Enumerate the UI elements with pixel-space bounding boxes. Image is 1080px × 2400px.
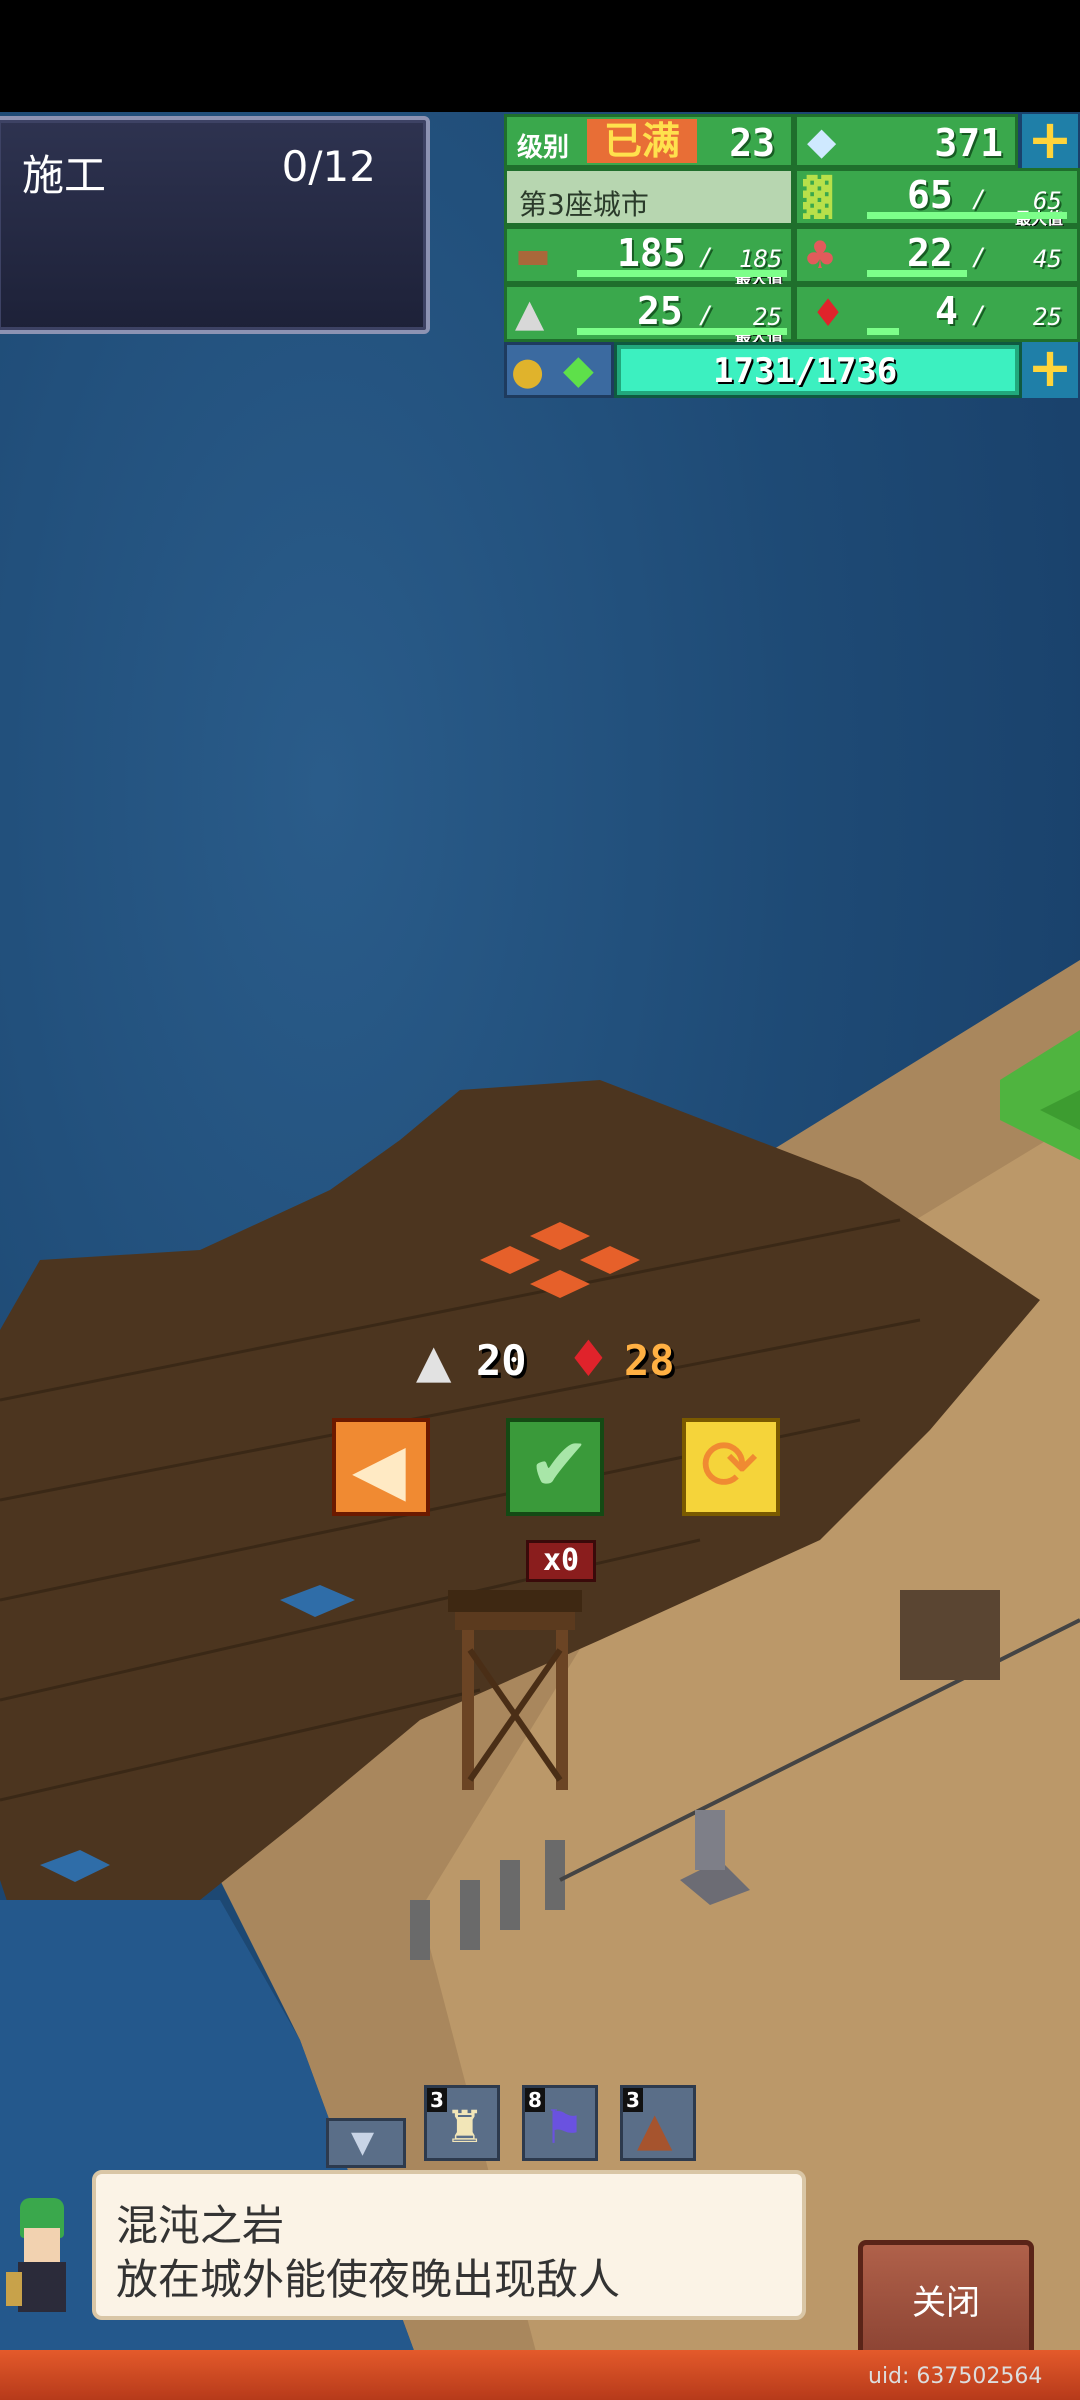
stone-cost-icon: ▲ bbox=[416, 1334, 452, 1388]
checkmark-icon: ✔ bbox=[528, 1422, 591, 1508]
energy-value: 1731/1736 bbox=[713, 351, 898, 391]
advisor-avatar bbox=[6, 2198, 76, 2324]
energy-cell: 1731/1736 bbox=[614, 342, 1022, 398]
emerald-icon: ◆ bbox=[563, 347, 594, 393]
level-label: 级别 bbox=[517, 133, 570, 163]
placement-counter: x0 bbox=[526, 1540, 596, 1582]
construction-count: 0/12 bbox=[281, 142, 376, 191]
stone-icon: ▲ bbox=[515, 291, 545, 335]
level-value: 23 bbox=[729, 121, 775, 165]
item-description: 放在城外能使夜晚出现敌人 bbox=[116, 2255, 621, 2304]
food-icon: ♣ bbox=[803, 233, 838, 277]
arrow-left-icon: ◀ bbox=[352, 1428, 406, 1510]
crops-value: 65 bbox=[907, 173, 953, 217]
cave-tool-button[interactable]: 3 ▲ bbox=[620, 2085, 696, 2161]
ruby-cell: ♦ 4 / 25 bbox=[794, 284, 1080, 342]
food-value: 22 bbox=[907, 231, 953, 275]
energy-icons: ● ◆ bbox=[504, 342, 614, 398]
game-map[interactable] bbox=[0, 112, 1080, 2367]
rotate-button[interactable]: ⟳ bbox=[682, 1418, 780, 1516]
user-id: uid: 637502564 bbox=[868, 2364, 1043, 2389]
status-bar bbox=[0, 0, 1080, 112]
construction-panel: 施工 0/12 bbox=[0, 116, 430, 334]
item-description-dialog: 混沌之岩 放在城外能使夜晚出现敌人 bbox=[92, 2170, 806, 2320]
gem-cell: ◆ 371 bbox=[794, 114, 1018, 168]
flag-tool-button[interactable]: 8 ⚑ bbox=[522, 2085, 598, 2161]
wood-value: 185 bbox=[617, 231, 686, 275]
food-cell: ♣ 22 / 45 bbox=[794, 226, 1080, 284]
confirm-button[interactable]: ✔ bbox=[506, 1418, 604, 1516]
city-name: 第3座城市 bbox=[519, 188, 649, 221]
castle-icon: ♜ bbox=[445, 2102, 485, 2153]
level-cell: 级别 已满 23 bbox=[504, 114, 794, 168]
resource-panel: 级别 已满 23 ◆ 371 + 第3座城市 ▓ 65 / 65 最大值 ▬ 1… bbox=[504, 113, 1080, 398]
food-max: 45 bbox=[1033, 245, 1062, 273]
stone-value: 25 bbox=[637, 289, 683, 333]
ruby-value: 4 bbox=[935, 289, 958, 333]
ruby-bar bbox=[867, 328, 899, 335]
map-terrain bbox=[0, 960, 1080, 2367]
item-name: 混沌之岩 bbox=[116, 2201, 285, 2250]
castle-tool-level: 3 bbox=[427, 2088, 447, 2112]
crops-cell: ▓ 65 / 65 最大值 bbox=[794, 168, 1080, 228]
add-energy-button[interactable]: + bbox=[1022, 341, 1078, 398]
wood-bar bbox=[577, 270, 787, 277]
city-name-cell: 第3座城市 bbox=[504, 168, 794, 226]
gem-count: 371 bbox=[934, 121, 1003, 165]
level-status: 已满 bbox=[587, 119, 697, 163]
stone-cost: 20 bbox=[476, 1336, 527, 1385]
close-button[interactable]: 关闭 bbox=[858, 2240, 1034, 2366]
cave-icon: ▲ bbox=[637, 2102, 673, 2156]
flag-icon: ⚑ bbox=[543, 2100, 585, 2154]
construction-title: 施工 bbox=[22, 151, 107, 200]
wood-icon: ▬ bbox=[515, 233, 551, 277]
stone-cell: ▲ 25 / 25 最大值 bbox=[504, 284, 794, 346]
ruby-icon: ♦ bbox=[811, 291, 846, 335]
add-gems-button[interactable]: + bbox=[1022, 113, 1078, 170]
crops-bar bbox=[867, 212, 1067, 219]
back-button[interactable]: ◀ bbox=[332, 1418, 430, 1516]
ruby-max: 25 bbox=[1033, 303, 1062, 331]
food-bar bbox=[867, 270, 967, 277]
stone-bar bbox=[577, 328, 787, 335]
diamond-icon: ◆ bbox=[807, 119, 837, 163]
ruby-cost: 28 bbox=[624, 1336, 675, 1385]
castle-tool-button[interactable]: 3 ♜ bbox=[424, 2085, 500, 2161]
rotate-icon: ⟳ bbox=[700, 1424, 759, 1506]
chevron-down-icon: ▼ bbox=[351, 2125, 375, 2160]
ruby-cost-icon: ♦ bbox=[566, 1330, 611, 1388]
collapse-button[interactable]: ▼ bbox=[326, 2118, 406, 2168]
wood-cell: ▬ 185 / 185 最大值 bbox=[504, 226, 794, 288]
coin-icon: ● bbox=[511, 349, 545, 393]
crops-icon: ▓ bbox=[803, 175, 833, 219]
flag-tool-level: 8 bbox=[525, 2088, 545, 2112]
